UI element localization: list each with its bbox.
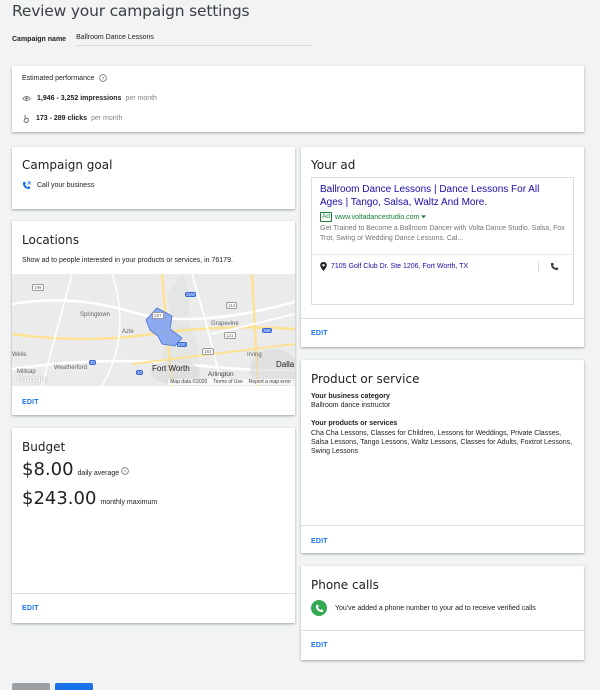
phone-calls-card: Phone calls You've added a phone number … [301,566,584,660]
phone-forward-icon [22,181,31,190]
next-button[interactable] [55,683,93,690]
location-pin-icon [320,262,327,271]
product-divider [301,525,584,526]
locations-title: Locations [22,233,80,247]
google-logo: Google [17,374,48,384]
map-label-weils: Weils [12,352,27,358]
performance-title: Estimated performance [22,74,95,82]
ad-headline[interactable]: Ballroom Dance Lessons | Dance Lessons F… [320,184,560,209]
ad-url[interactable]: www.voltadancestudio.com [335,214,419,221]
phone-icon[interactable] [550,262,559,271]
business-category-value: Ballroom dance instructor [311,402,391,409]
daily-budget-amount: $8.00 [22,459,74,480]
locations-edit-button[interactable]: EDIT [22,399,39,406]
product-card: Product or service Your business categor… [301,360,584,553]
svg-text:?: ? [102,76,105,82]
map-report-error-link[interactable]: Report a map error [249,379,291,385]
products-value: Cha Cha Lessons, Classes for Children, L… [311,430,573,455]
eye-icon [22,95,31,102]
locations-card: Locations Show ad to people interested i… [12,221,295,415]
campaign-goal-title: Campaign goal [22,158,113,172]
budget-divider [12,593,295,594]
pointer-icon [22,114,30,123]
budget-card: Budget $8.00 daily average ? $243.00 mon… [12,428,295,623]
map-label-irving: Irving [247,352,262,358]
highway-shield-35w: 35W [185,292,197,297]
highway-shield-121: 121 [224,332,236,339]
phone-verified-icon [311,600,327,616]
highway-shield-114: 114 [226,302,238,309]
help-icon[interactable]: ? [99,74,108,82]
locations-description: Show ad to people interested in your pro… [22,257,233,264]
dropdown-arrow-icon [421,215,427,219]
campaign-goal-card: Campaign goal Call your business [12,147,295,209]
phone-edit-button[interactable]: EDIT [311,642,328,649]
highway-shield-35e: 35E [262,328,273,333]
highway-shield-183: 183 [202,348,214,355]
business-category-label: Your business category [311,393,390,400]
impressions-unit: per month [125,95,157,102]
help-icon[interactable]: ? [121,467,129,475]
performance-card: Estimated performance ? 1,946 - 3,252 im… [12,66,584,132]
budget-title: Budget [22,440,66,454]
map-label-dallas: Dalla [276,360,295,369]
back-button[interactable] [12,683,50,690]
products-label: Your products or services [311,420,398,427]
highway-shield-199: 199 [32,284,44,291]
map-label-weatherford: Weatherford [54,365,87,371]
clicks-range: 173 - 289 clicks [36,115,87,122]
budget-edit-button[interactable]: EDIT [22,605,39,612]
campaign-name-row: Campaign name Ballroom Dance Lessons [12,32,313,46]
campaign-name-label: Campaign name [12,35,67,43]
highway-shield-287: 287 [152,312,164,319]
highway-shield-820: 820 [177,342,187,347]
ad-preview: Ballroom Dance Lessons | Dance Lessons F… [311,177,574,305]
ad-badge: Ad [320,212,332,222]
location-map[interactable]: Springtown Azle Grapevine Irving Weather… [12,274,295,386]
highway-shield-30: 30 [89,360,97,365]
product-title: Product or service [311,372,420,386]
phone-divider [301,630,584,631]
phone-calls-text: You've added a phone number to your ad t… [335,604,536,612]
map-label-azle: Azle [122,329,134,335]
page-title: Review your campaign settings [12,2,250,20]
clicks-unit: per month [91,115,123,122]
ad-edit-button[interactable]: EDIT [311,330,328,337]
ad-description: Get Trained to Become a Ballroom Dancer … [320,225,565,242]
ad-address[interactable]: 7105 Golf Club Dr. Ste 1206, Fort Worth,… [331,263,468,270]
impressions-range: 1,946 - 3,252 impressions [37,95,122,102]
phone-calls-title: Phone calls [311,578,379,592]
goal-item: Call your business [37,182,95,189]
highway-shield-20: 20 [136,370,144,375]
map-label-springtown: Springtown [80,312,111,318]
campaign-name-field[interactable]: Ballroom Dance Lessons [76,32,313,46]
map-label-fort-worth: Fort Worth [152,364,190,373]
ad-divider [301,318,584,319]
daily-budget-label: daily average [77,470,120,477]
svg-text:?: ? [124,469,127,475]
map-terms-link[interactable]: Terms of Use [213,379,242,385]
monthly-budget-label: monthly maximum [100,499,158,506]
map-label-arlington: Arlington [208,371,234,378]
vertical-separator [538,262,539,272]
your-ad-card: Your ad Ballroom Dance Lessons | Dance L… [301,147,584,347]
map-label-grapevine: Grapevine [211,321,239,327]
map-data-attribution: Map data ©2020 [170,379,208,385]
product-edit-button[interactable]: EDIT [311,538,328,545]
your-ad-title: Your ad [311,158,356,172]
monthly-budget-amount: $243.00 [22,488,97,509]
